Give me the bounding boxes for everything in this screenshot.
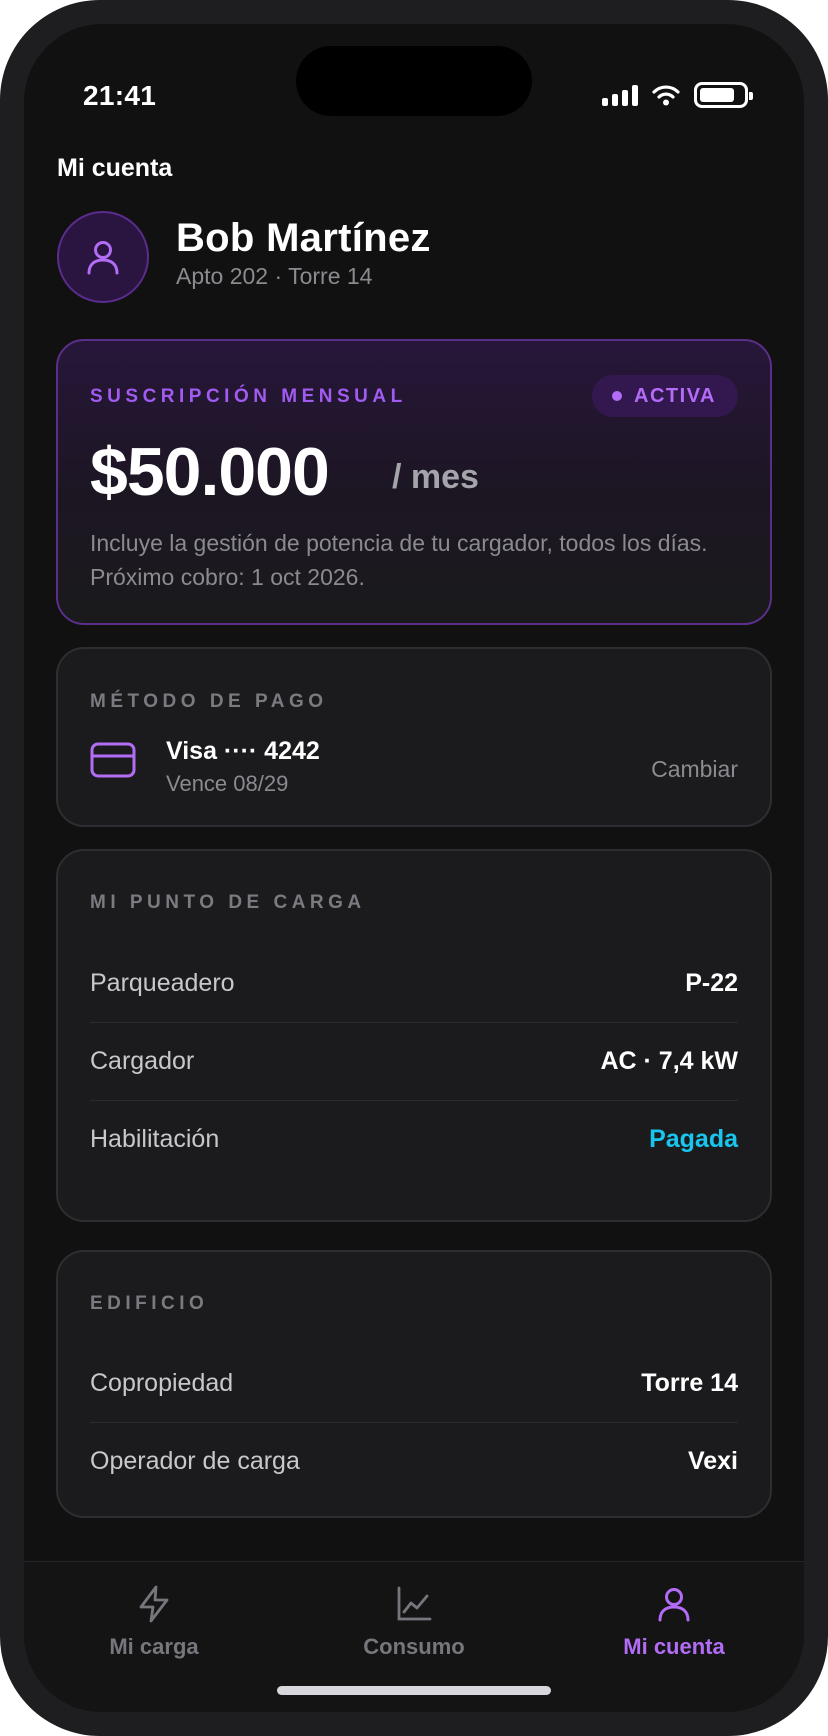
- info-row-operator: Operador de carga Vexi: [90, 1422, 738, 1500]
- subscription-card: SUSCRIPCIÓN MENSUAL ACTIVA $50.000 / mes…: [56, 339, 772, 625]
- tab-label: Mi cuenta: [623, 1634, 725, 1659]
- wifi-icon: [652, 85, 680, 106]
- info-row-enablement: Habilitación Pagada: [90, 1100, 738, 1178]
- info-row-value: AC · 7,4 kW: [600, 1046, 738, 1075]
- dynamic-island: [296, 46, 532, 116]
- user-subtitle: Apto 202 · Torre 14: [176, 263, 373, 289]
- payment-card: MÉTODO DE PAGO Visa ···· 4242 Vence 08/2…: [56, 647, 772, 827]
- user-icon: [87, 241, 119, 275]
- page-title: Mi cuenta: [57, 154, 173, 182]
- signal-icon: [602, 84, 638, 106]
- info-row-label: Copropiedad: [90, 1368, 234, 1397]
- chart-icon: [397, 1586, 432, 1621]
- status-time: 21:41: [83, 80, 157, 111]
- user-name: Bob Martínez: [176, 216, 431, 260]
- avatar: [57, 211, 149, 303]
- change-payment-button[interactable]: Cambiar: [651, 756, 738, 783]
- building-eyebrow: EDIFICIO: [90, 1293, 209, 1314]
- info-row-label: Parqueadero: [90, 968, 235, 997]
- payment-eyebrow: MÉTODO DE PAGO: [90, 691, 328, 712]
- battery-icon: [694, 82, 753, 108]
- info-row-label: Habilitación: [90, 1124, 220, 1153]
- tab-label: Consumo: [363, 1634, 465, 1659]
- subscription-description: Incluye la gestión de potencia de tu car…: [90, 530, 708, 590]
- tab-consumo[interactable]: Consumo: [314, 1584, 514, 1660]
- status-icons: [602, 82, 753, 108]
- info-row-value: P-22: [685, 968, 738, 997]
- payment-card-expiry: Vence 08/29: [166, 771, 289, 796]
- tab-mi-cuenta[interactable]: Mi cuenta: [574, 1584, 774, 1660]
- user-icon: [658, 1588, 690, 1622]
- tab-label: Mi carga: [109, 1634, 199, 1659]
- info-row-label: Operador de carga: [90, 1446, 300, 1475]
- credit-card-icon: [90, 742, 136, 778]
- home-indicator[interactable]: [277, 1686, 551, 1695]
- subscription-price: $50.000: [90, 434, 330, 510]
- payment-card-label: Visa ···· 4242: [166, 737, 320, 765]
- info-row-value: Vexi: [687, 1446, 738, 1475]
- subscription-eyebrow: SUSCRIPCIÓN MENSUAL: [90, 386, 407, 407]
- info-row-property: Copropiedad Torre 14: [90, 1344, 738, 1422]
- info-row-value: Torre 14: [641, 1368, 738, 1397]
- status-badge: ACTIVA: [592, 375, 738, 417]
- tab-mi-carga[interactable]: Mi carga: [54, 1584, 254, 1660]
- charging-point-card: MI PUNTO DE CARGA Parqueadero P-22 Carga…: [56, 849, 772, 1222]
- subscription-unit: / mes: [392, 458, 479, 496]
- info-row-value: Pagada: [649, 1124, 738, 1153]
- info-row-parking: Parqueadero P-22: [90, 944, 738, 1022]
- bolt-icon: [139, 1585, 169, 1623]
- status-badge-label: ACTIVA: [634, 384, 716, 407]
- building-card: EDIFICIO Copropiedad Torre 14 Operador d…: [56, 1250, 772, 1518]
- info-row-charger: Cargador AC · 7,4 kW: [90, 1022, 738, 1100]
- phone-frame: 21:41 Mi cuenta Bob Martínez Apto 202 · …: [0, 0, 828, 1736]
- status-dot: [612, 391, 623, 401]
- info-row-label: Cargador: [90, 1046, 195, 1075]
- charging-point-eyebrow: MI PUNTO DE CARGA: [90, 892, 366, 913]
- screen: 21:41 Mi cuenta Bob Martínez Apto 202 · …: [24, 24, 804, 1712]
